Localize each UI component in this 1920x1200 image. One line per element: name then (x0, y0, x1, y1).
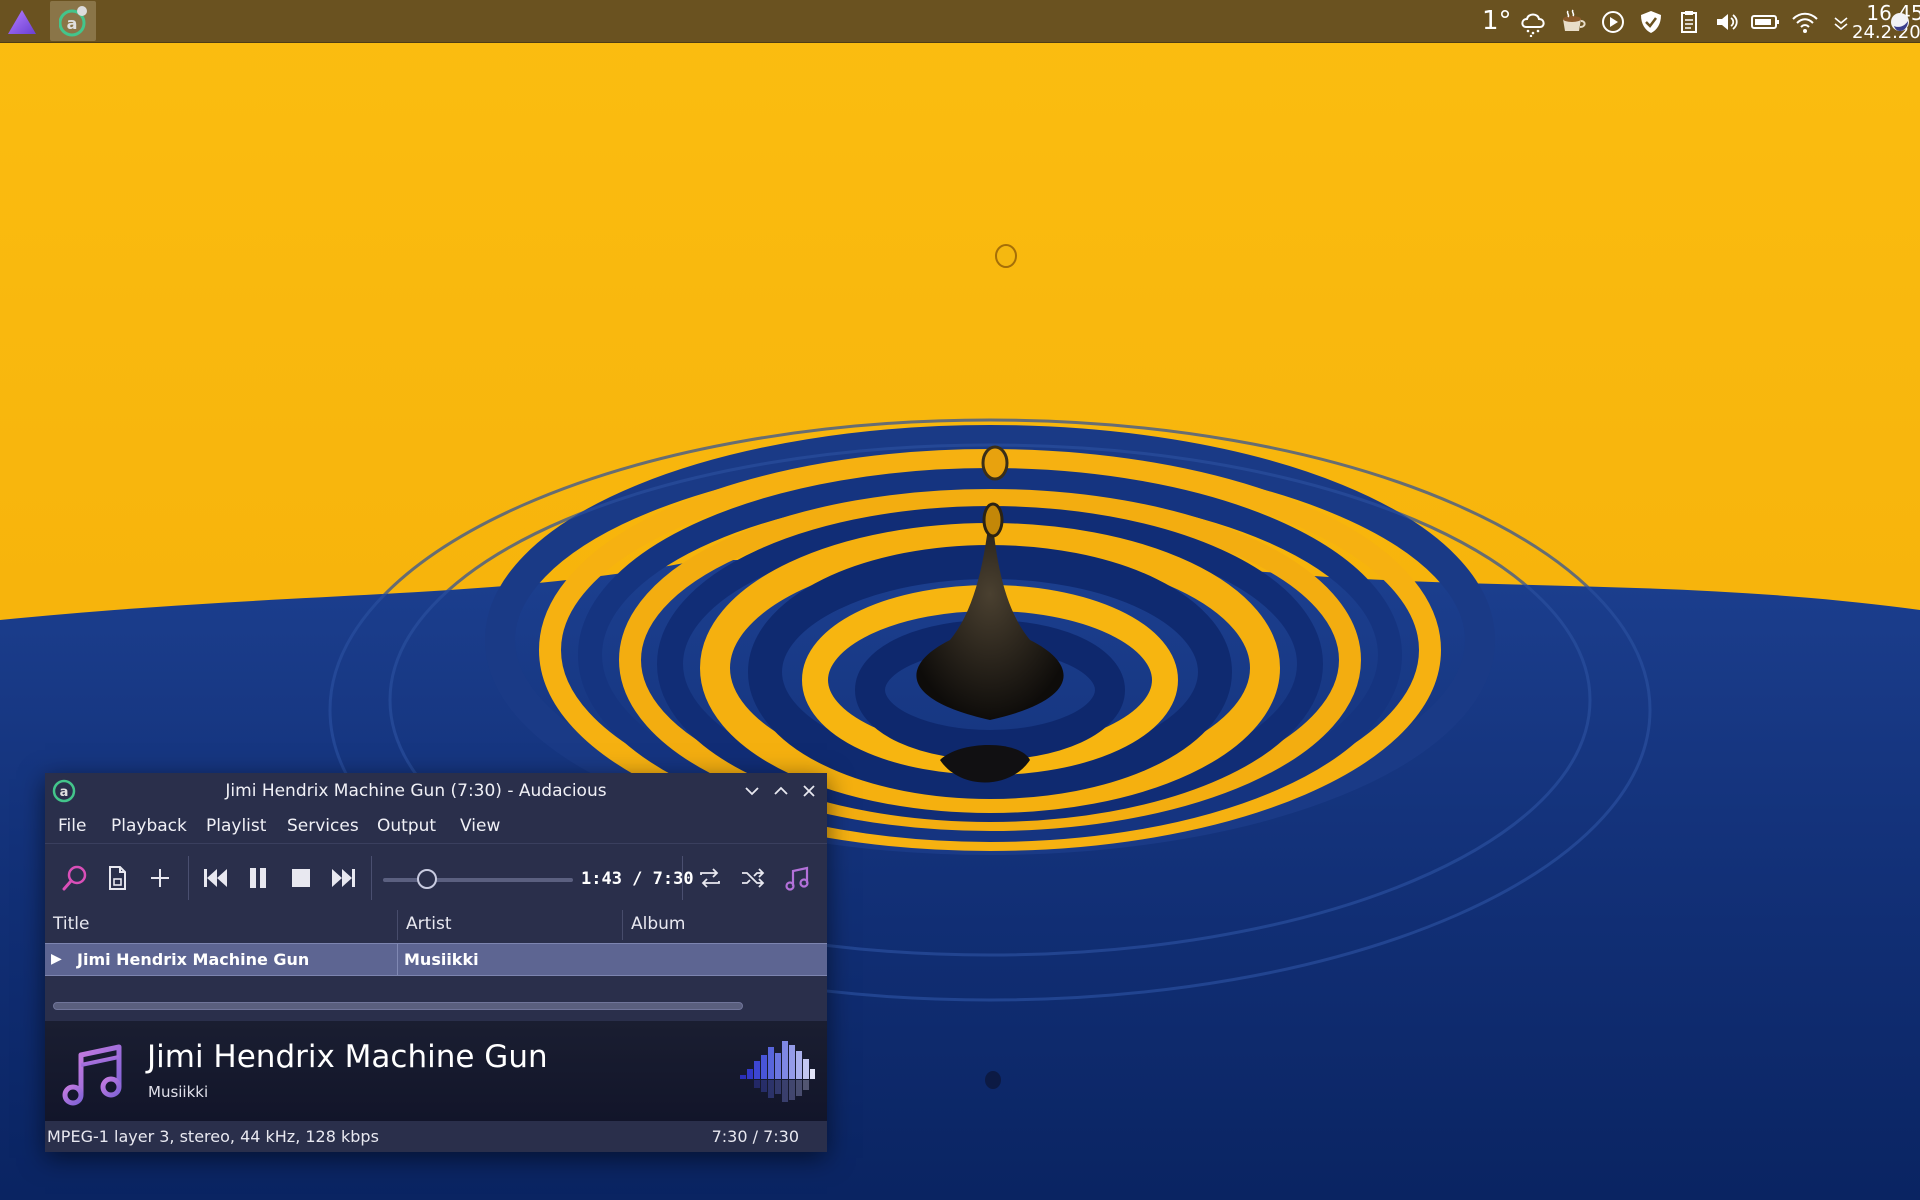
menu-view[interactable]: View (460, 811, 500, 841)
status-bar: MPEG-1 layer 3, stereo, 44 kHz, 128 kbps… (45, 1121, 827, 1152)
app-launcher-icon[interactable] (6, 7, 38, 37)
add-icon[interactable] (144, 862, 176, 894)
volume-icon[interactable] (1712, 7, 1742, 37)
moon-icon[interactable] (1888, 10, 1912, 34)
window-titlebar[interactable]: a Jimi Hendrix Machine Gun (7:30) - Auda… (45, 773, 827, 809)
seek-slider[interactable] (383, 878, 573, 882)
stop-icon[interactable] (285, 862, 317, 894)
column-divider[interactable] (622, 910, 623, 940)
menu-bar: File Playback Playlist Services Output V… (45, 811, 827, 841)
pause-icon[interactable] (242, 862, 274, 894)
audacious-window: a Jimi Hendrix Machine Gun (7:30) - Auda… (45, 773, 827, 1152)
playlist-header: Title Artist Album (45, 906, 827, 942)
battery-icon[interactable] (1750, 7, 1780, 37)
maximize-button[interactable] (771, 781, 791, 801)
menu-playback[interactable]: Playback (111, 811, 187, 841)
system-tray: 1° 16.45 24.2.20 (1450, 0, 1920, 43)
clipboard-icon[interactable] (1674, 7, 1704, 37)
window-title: Jimi Hendrix Machine Gun (7:30) - Audaci… (225, 781, 607, 801)
row-title: Jimi Hendrix Machine Gun (77, 950, 310, 969)
menu-file[interactable]: File (58, 811, 86, 841)
search-icon[interactable] (59, 862, 91, 894)
toolbar-separator (371, 856, 372, 900)
wifi-icon[interactable] (1790, 7, 1820, 37)
menu-services[interactable]: Services (287, 811, 359, 841)
shuffle-icon[interactable] (737, 862, 769, 894)
next-track-icon[interactable] (328, 862, 360, 894)
taskbar-item-audacious[interactable]: a (50, 1, 96, 41)
column-divider[interactable] (397, 910, 398, 940)
playlist-length: 7:30 / 7:30 (711, 1127, 799, 1146)
spectrum-visualizer (740, 1041, 815, 1102)
now-playing-artist: Musiikki (148, 1083, 209, 1101)
open-file-icon[interactable] (101, 862, 133, 894)
horizontal-scrollbar[interactable] (53, 1002, 743, 1010)
column-album[interactable]: Album (631, 906, 685, 942)
toolbar-separator (682, 856, 683, 900)
now-playing-panel: Jimi Hendrix Machine Gun Musiikki (45, 1021, 827, 1121)
weather-temperature[interactable]: 1° (1482, 0, 1512, 43)
coffee-cup-icon[interactable] (1558, 7, 1588, 37)
close-button[interactable] (799, 781, 819, 801)
stream-format-info: MPEG-1 layer 3, stereo, 44 kHz, 128 kbps (47, 1127, 379, 1146)
previous-track-icon[interactable] (199, 862, 231, 894)
svg-text:a: a (60, 785, 69, 800)
seek-slider-handle[interactable] (416, 869, 437, 889)
svg-text:a: a (67, 14, 78, 33)
shield-icon[interactable] (1636, 7, 1666, 37)
menu-playlist[interactable]: Playlist (206, 811, 266, 841)
column-artist[interactable]: Artist (406, 906, 452, 942)
minimize-button[interactable] (742, 781, 762, 801)
toolbar-separator (188, 856, 189, 900)
toolbar: 1:43 / 7:30 (45, 843, 827, 912)
audacious-icon: a (52, 779, 76, 803)
column-title[interactable]: Title (53, 906, 89, 942)
now-playing-title: Jimi Hendrix Machine Gun (147, 1039, 548, 1075)
now-playing-indicator-icon: ▶ (51, 951, 62, 967)
top-panel: a 1° 16.45 24.2.20 (0, 0, 1920, 43)
weather-snow-icon[interactable] (1518, 7, 1548, 37)
time-readout: 1:43 / 7:30 (581, 869, 694, 889)
audacious-icon: a (59, 6, 87, 37)
row-artist: Musiikki (404, 950, 479, 969)
album-art-music-note-icon (62, 1044, 122, 1106)
menu-output[interactable]: Output (377, 811, 436, 841)
playlist-row[interactable]: ▶ Jimi Hendrix Machine Gun Musiikki (45, 943, 827, 976)
media-play-icon[interactable] (1598, 7, 1628, 37)
music-note-icon[interactable] (781, 862, 813, 894)
column-divider (397, 944, 398, 975)
repeat-icon[interactable] (694, 862, 726, 894)
